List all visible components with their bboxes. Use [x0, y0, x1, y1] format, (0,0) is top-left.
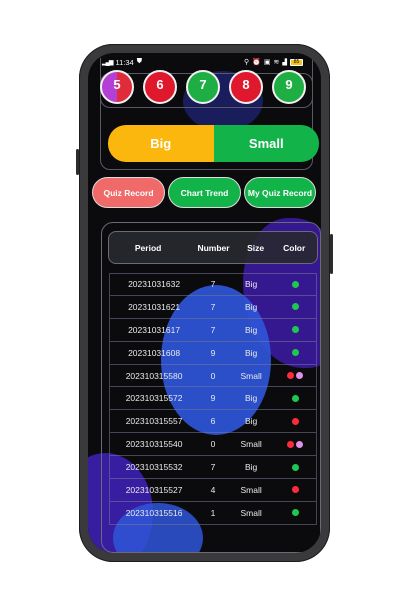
table-row: 202310315516 1 Small	[109, 501, 317, 525]
record-rows: 20231031632 7 Big 20231031621 7 Big 2023103161…	[109, 273, 317, 525]
header-size: Size	[247, 242, 265, 253]
big-button[interactable]: Big	[108, 125, 214, 162]
color-cell	[274, 372, 316, 379]
cell-signal-icon: ▟	[282, 59, 287, 66]
color-cell	[274, 509, 316, 517]
big-small-selector: Big Small	[108, 125, 319, 162]
color-dot	[291, 463, 299, 471]
phone-screen: ▂▄▆ 11:34 ⛊ ⚲ ⏰ ▣ ≋ ▟ 85 5 6 7 8 9 Big S…	[88, 53, 321, 553]
size-cell: Big	[244, 416, 258, 427]
number-cell: 7	[210, 279, 216, 290]
color-dot	[287, 372, 295, 379]
period-cell: 202310315516	[125, 507, 183, 518]
number-cell: 7	[210, 301, 216, 312]
table-row: 202310315580 0 Small	[109, 364, 317, 388]
period-cell: 202310315532	[125, 462, 183, 473]
status-time: 11:34	[115, 57, 134, 67]
size-cell: Big	[244, 324, 258, 335]
size-cell: Big	[244, 393, 258, 404]
wifi-icon: ≋	[273, 59, 280, 66]
color-dot	[287, 440, 295, 448]
period-cell: 202310315527	[125, 484, 183, 495]
phone-frame: ▂▄▆ 11:34 ⛊ ⚲ ⏰ ▣ ≋ ▟ 85 5 6 7 8 9 Big S…	[76, 44, 333, 562]
period-cell: 20231031632	[128, 279, 181, 290]
table-row: 202310315527 4 Small	[109, 479, 317, 502]
volume-button	[76, 149, 79, 175]
table-row: 20231031617 7 Big	[109, 318, 317, 342]
number-cell: 4	[210, 484, 216, 495]
small-button[interactable]: Small	[213, 125, 319, 162]
power-button	[330, 234, 333, 274]
signal-icon: ▂▄▆	[102, 59, 114, 66]
period-cell: 202310315540	[125, 439, 183, 450]
period-cell: 20231031621	[128, 301, 181, 312]
color-cell	[274, 417, 316, 425]
number-ball-7[interactable]: 7	[186, 70, 220, 104]
color-cell	[274, 486, 316, 494]
number-cell: 9	[210, 393, 216, 404]
period-cell: 20231031617	[128, 324, 181, 335]
size-cell: Small	[240, 484, 262, 495]
color-dot	[291, 509, 299, 517]
number-ball-5[interactable]: 5	[100, 70, 134, 104]
color-cell	[274, 349, 316, 357]
color-cell	[274, 440, 316, 448]
table-row: 20231031608 9 Big	[109, 341, 317, 365]
color-cell	[274, 463, 316, 471]
color-cell	[274, 303, 316, 311]
table-row: 20231031621 7 Big	[109, 295, 317, 319]
color-dot	[291, 394, 299, 402]
period-cell: 202310315572	[125, 393, 183, 404]
header-period: Period	[134, 242, 162, 253]
color-dot	[296, 440, 304, 448]
color-cell	[274, 326, 316, 334]
number-cell: 0	[210, 439, 216, 450]
quiz-record-tab[interactable]: Quiz Record	[92, 177, 165, 208]
number-cell: 0	[210, 370, 216, 381]
location-icon: ⚲	[244, 59, 250, 66]
number-cell: 7	[210, 324, 216, 335]
color-dot	[291, 326, 299, 334]
color-dot	[296, 372, 304, 379]
number-cell: 9	[210, 347, 216, 358]
battery-icon: 85	[290, 58, 303, 66]
number-ball-8[interactable]: 8	[229, 70, 263, 104]
color-dot	[291, 486, 299, 494]
period-cell: 202310315580	[125, 370, 183, 381]
size-cell: Small	[240, 370, 262, 381]
color-dot	[291, 349, 299, 357]
table-row: 202310315540 0 Small	[109, 433, 317, 457]
number-cell: 7	[210, 462, 216, 473]
color-dot	[291, 280, 299, 288]
color-cell	[274, 394, 316, 402]
my-quiz-record-tab[interactable]: My Quiz Record	[244, 177, 316, 208]
table-row: 202310315532 7 Big	[109, 456, 317, 480]
shield-icon: ⛊	[136, 58, 142, 65]
color-dot	[291, 417, 299, 425]
table-row: 202310315572 9 Big	[109, 387, 317, 411]
number-ball-9[interactable]: 9	[272, 70, 306, 104]
size-cell: Small	[240, 439, 262, 450]
table-row: 20231031632 7 Big	[109, 273, 317, 296]
size-cell: Big	[244, 462, 258, 473]
color-dot	[291, 303, 299, 311]
number-cell: 1	[210, 507, 216, 518]
size-cell: Big	[244, 347, 258, 358]
header-number: Number	[197, 242, 230, 253]
status-bar: ▂▄▆ 11:34 ⛊ ⚲ ⏰ ▣ ≋ ▟ 85	[88, 53, 321, 71]
number-cell: 6	[210, 416, 216, 427]
table-header: Period Number Size Color	[108, 231, 318, 264]
size-cell: Big	[244, 279, 258, 290]
size-cell: Big	[244, 301, 258, 312]
chart-trend-tab[interactable]: Chart Trend	[168, 177, 241, 208]
vibrate-icon: ▣	[263, 59, 271, 66]
alarm-icon: ⏰	[252, 59, 261, 66]
header-color: Color	[283, 242, 306, 253]
period-cell: 20231031608	[128, 347, 181, 358]
period-cell: 202310315557	[125, 416, 183, 427]
color-cell	[274, 280, 316, 288]
number-ball-6[interactable]: 6	[143, 70, 177, 104]
size-cell: Small	[240, 507, 262, 518]
table-row: 202310315557 6 Big	[109, 410, 317, 434]
